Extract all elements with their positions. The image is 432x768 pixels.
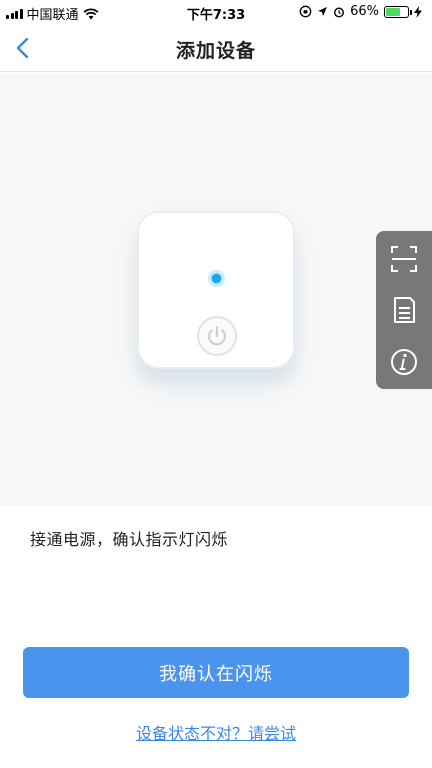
confirm-blinking-button[interactable]: 我确认在闪烁: [23, 647, 409, 698]
info-icon: [391, 349, 417, 375]
info-button[interactable]: [386, 344, 422, 380]
scan-button[interactable]: [386, 241, 422, 277]
page-title: 添加设备: [175, 40, 256, 62]
rotation-lock-icon: [299, 5, 312, 18]
manual-button[interactable]: [386, 292, 422, 328]
power-button-illustration: [197, 316, 237, 356]
nav-bar: 添加设备: [0, 24, 432, 72]
side-toolbar: [376, 231, 432, 389]
status-bar-right: 66%: [299, 4, 422, 19]
device-illustration-area: [0, 73, 432, 506]
manual-icon: [394, 297, 415, 323]
scan-icon: [391, 246, 417, 272]
alarm-icon: [334, 6, 345, 18]
battery-icon: [384, 5, 412, 18]
location-icon: [318, 7, 328, 16]
status-bar: 中国联通 下午7:33 66%: [0, 0, 432, 24]
battery-percent: 66%: [350, 4, 379, 19]
led-indicator: [208, 270, 225, 287]
charging-icon: [414, 5, 422, 18]
smart-plug-illustration: [137, 211, 295, 369]
device-status-help-link[interactable]: 设备状态不对？请尝试: [0, 720, 432, 744]
instruction-text: 接通电源，确认指示灯闪烁: [30, 530, 229, 549]
power-icon: [207, 325, 227, 346]
battery-level: [386, 7, 400, 16]
